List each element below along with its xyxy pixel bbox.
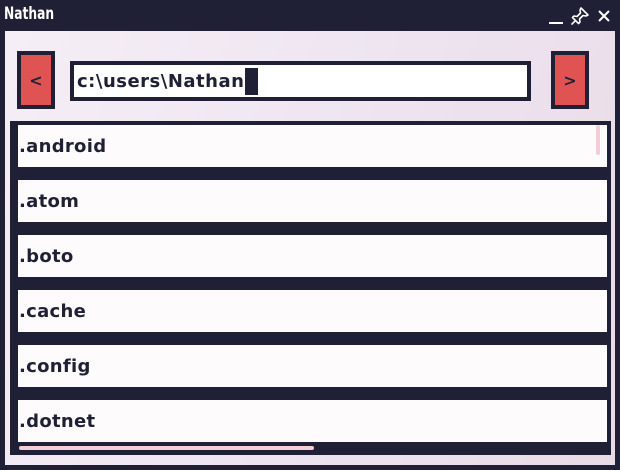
list-item-label: .atom (19, 190, 80, 212)
path-value: c:\users\Nathan (77, 70, 245, 92)
list-item-label: .boto (19, 245, 74, 267)
list-item-label: .dotnet (19, 410, 96, 432)
pin-icon[interactable] (570, 6, 590, 26)
list-item[interactable]: .dotnet (18, 400, 607, 442)
list-item-label: .config (19, 355, 91, 377)
close-icon[interactable] (594, 6, 614, 26)
window-controls (546, 6, 614, 26)
vertical-scrollbar[interactable] (596, 125, 600, 155)
minimize-icon[interactable] (546, 6, 566, 26)
list-item[interactable]: .boto (18, 235, 607, 277)
path-input[interactable]: c:\users\Nathan (70, 61, 531, 101)
list-item[interactable]: .android (18, 125, 607, 167)
app-window: Nathan < c:\users\Nathan > .android .ato… (0, 0, 620, 470)
forward-button[interactable]: > (551, 51, 589, 109)
list-item-label: .android (19, 135, 107, 157)
window-title: Nathan (4, 4, 55, 24)
list-item[interactable]: .config (18, 345, 607, 387)
text-cursor (245, 67, 259, 95)
back-button[interactable]: < (17, 51, 55, 109)
list-item-label: .cache (19, 300, 87, 322)
list-item[interactable]: .cache (18, 290, 607, 332)
window-content: < c:\users\Nathan > .android .atom .boto… (5, 31, 615, 465)
horizontal-scrollbar[interactable] (19, 446, 314, 450)
title-bar[interactable]: Nathan (0, 0, 620, 31)
file-list[interactable]: .android .atom .boto .cache .config .dot… (10, 121, 611, 455)
list-item[interactable]: .atom (18, 180, 607, 222)
